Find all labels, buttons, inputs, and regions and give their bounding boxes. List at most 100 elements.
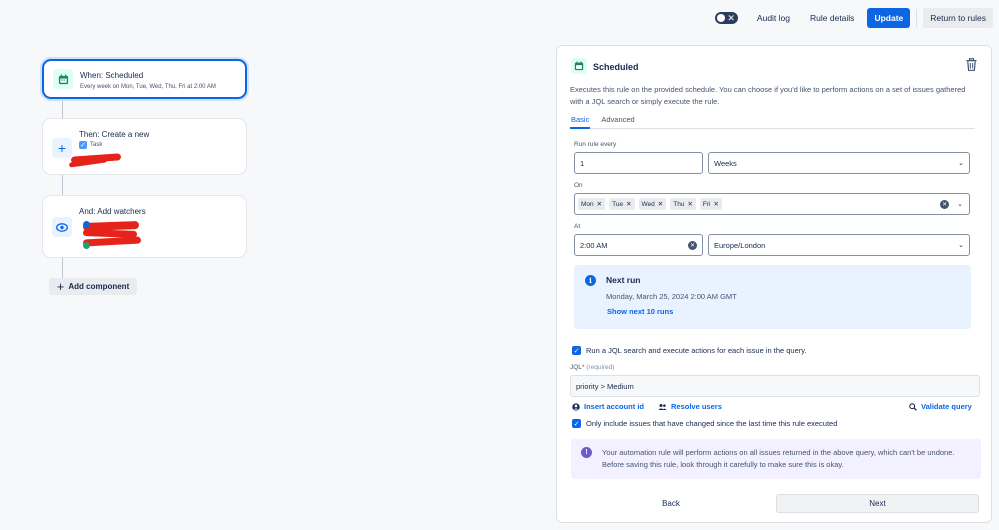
- warning-icon: !: [581, 447, 592, 458]
- divider: [916, 9, 918, 27]
- action-title: And: Add watchers: [79, 207, 146, 216]
- clear-icon[interactable]: ✕: [940, 199, 950, 209]
- eye-icon: [52, 217, 72, 237]
- search-icon: [909, 402, 917, 411]
- day-chip-thu[interactable]: Thu ✕: [670, 198, 696, 210]
- timezone-value: Europe/London: [714, 240, 766, 250]
- user-icon: [572, 402, 580, 411]
- toggle-knob: [716, 14, 725, 22]
- calendar-icon: [53, 69, 73, 89]
- panel-description: Executes this rule on the provided sched…: [570, 85, 966, 106]
- close-icon[interactable]: ✕: [658, 200, 663, 208]
- required-asterisk: *: [581, 364, 585, 371]
- day-chip-mon[interactable]: Mon ✕: [578, 198, 606, 210]
- days-multiselect[interactable]: Mon ✕ Tue ✕ Wed ✕ Thu ✕ Fri ✕ ✕ ⌄: [574, 193, 970, 215]
- interval-value: 1: [580, 158, 585, 168]
- run-rule-every-label: Run rule every: [574, 141, 617, 148]
- calendar-icon: [571, 58, 587, 74]
- next-run-title: Next run: [606, 275, 641, 285]
- next-run-box: i Next run Monday, March 25, 2024 2:00 A…: [574, 265, 971, 329]
- period-select[interactable]: Weeks ⌄: [708, 152, 970, 174]
- users-icon: [658, 403, 667, 410]
- insert-account-id-label: Insert account id: [584, 402, 645, 411]
- clear-icon[interactable]: ✕: [688, 240, 697, 250]
- action-title: Then: Create a new: [79, 130, 150, 139]
- validate-query-link[interactable]: Validate query: [909, 402, 972, 411]
- tab-basic[interactable]: Basic: [570, 115, 591, 129]
- audit-log-button[interactable]: Audit log: [750, 8, 797, 28]
- chip-label: Tue: [612, 200, 624, 208]
- create-issue-card[interactable]: + Then: Create a new ✓ Task: [42, 118, 247, 175]
- jql-label-row: JQL* (required): [570, 364, 614, 371]
- chevron-down-icon: ⌄: [958, 160, 964, 167]
- avatar: [83, 242, 90, 249]
- close-icon[interactable]: ✕: [687, 200, 692, 208]
- next-run-date: Monday, March 25, 2024 2:00 AM GMT: [606, 292, 737, 301]
- rule-details-button[interactable]: Rule details: [803, 8, 861, 28]
- close-icon[interactable]: ✕: [597, 200, 602, 208]
- chip-label: Wed: [641, 200, 655, 208]
- task-icon: ✓: [79, 141, 87, 149]
- close-icon: ✕: [727, 13, 735, 23]
- trash-icon[interactable]: [966, 57, 977, 73]
- avatar: [83, 221, 90, 228]
- jql-value: priority > Medium: [576, 381, 634, 391]
- interval-input[interactable]: 1: [574, 152, 703, 174]
- warning-text: Your automation rule will perform action…: [602, 448, 955, 469]
- update-button[interactable]: Update: [867, 8, 911, 28]
- next-button[interactable]: Next: [776, 494, 979, 513]
- day-chip-fri[interactable]: Fri ✕: [699, 198, 722, 210]
- close-icon[interactable]: ✕: [713, 200, 718, 208]
- jql-input[interactable]: priority > Medium: [570, 375, 980, 397]
- issue-type-label: Task: [90, 142, 103, 148]
- on-label: On: [574, 182, 583, 189]
- return-to-rules-button[interactable]: Return to rules: [923, 8, 993, 28]
- jql-checkbox-label: Run a JQL search and execute actions for…: [586, 346, 807, 355]
- close-icon[interactable]: ✕: [626, 200, 631, 208]
- jql-checkbox-row: ✓ Run a JQL search and execute actions f…: [572, 346, 807, 355]
- info-icon: i: [585, 275, 596, 286]
- trigger-card[interactable]: When: Scheduled Every week on Mon, Tue, …: [42, 59, 247, 99]
- show-next-runs-link[interactable]: Show next 10 runs: [607, 307, 673, 316]
- flow-connector: [62, 175, 63, 195]
- warning-box: ! Your automation rule will perform acti…: [571, 439, 981, 479]
- trigger-title: When: Scheduled: [80, 71, 144, 80]
- day-chip-tue[interactable]: Tue ✕: [609, 198, 635, 210]
- tab-bar: Basic Advanced: [570, 115, 975, 129]
- insert-account-id-link[interactable]: Insert account id: [572, 402, 644, 411]
- time-input[interactable]: 2:00 AM ✕: [574, 234, 703, 256]
- resolve-users-link[interactable]: Resolve users: [658, 402, 722, 411]
- plus-icon: +: [52, 138, 72, 158]
- chevron-down-icon: ⌄: [958, 242, 964, 249]
- period-value: Weeks: [714, 158, 737, 168]
- at-label: At: [574, 223, 581, 230]
- jql-required-hint: (required): [586, 364, 615, 371]
- header-toolbar: ✕ Audit log Rule details Update Return t…: [714, 8, 993, 28]
- time-value: 2:00 AM: [580, 240, 608, 250]
- day-chip-wed[interactable]: Wed ✕: [638, 198, 667, 210]
- only-changed-row: ✓ Only include issues that have changed …: [572, 419, 837, 428]
- add-watchers-card[interactable]: And: Add watchers: [42, 195, 247, 258]
- jql-label: JQL: [570, 364, 582, 371]
- redaction-mark: [82, 236, 142, 247]
- plus-icon: +: [56, 278, 65, 294]
- chip-label: Mon: [581, 200, 594, 208]
- flow-connector: [62, 99, 63, 118]
- validate-query-label: Validate query: [921, 402, 972, 411]
- add-component-label: Add component: [68, 282, 130, 291]
- chip-label: Thu: [673, 200, 685, 208]
- only-changed-checkbox[interactable]: ✓: [572, 419, 581, 428]
- chip-label: Fri: [702, 200, 711, 208]
- add-component-button[interactable]: + Add component: [49, 278, 137, 295]
- tab-advanced[interactable]: Advanced: [600, 115, 635, 129]
- component-config-panel: Scheduled Executes this rule on the prov…: [556, 45, 992, 523]
- timezone-select[interactable]: Europe/London ⌄: [708, 234, 970, 256]
- back-button[interactable]: Back: [571, 494, 771, 513]
- chevron-down-icon[interactable]: ⌄: [957, 200, 963, 208]
- resolve-users-label: Resolve users: [671, 402, 722, 411]
- flow-connector: [62, 258, 63, 278]
- rule-enabled-toggle[interactable]: ✕: [714, 12, 738, 24]
- jql-checkbox[interactable]: ✓: [572, 346, 581, 355]
- issue-type: ✓ Task: [79, 141, 102, 149]
- only-changed-label: Only include issues that have changed si…: [586, 419, 838, 428]
